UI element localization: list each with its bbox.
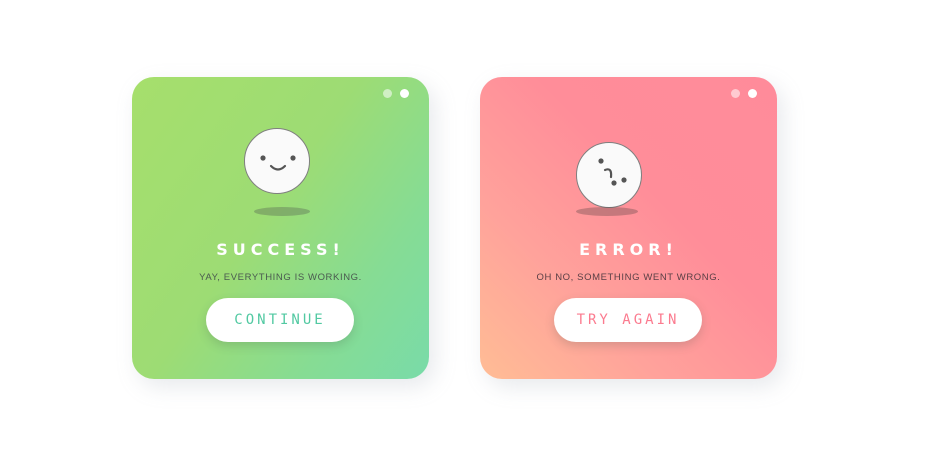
alert-cards-stage: SUCCESS! YAY, EVERYTHING IS WORKING. CON… [0, 0, 939, 474]
try-again-button[interactable]: TRY AGAIN [554, 298, 702, 342]
sad-face-glyph [598, 158, 627, 186]
smiling-face-glyph [260, 155, 296, 171]
window-dot [400, 89, 409, 98]
window-dots-icon [731, 89, 757, 98]
error-title: ERROR! [579, 240, 678, 259]
error-card: ERROR! OH NO, SOMETHING WENT WRONG. TRY … [480, 77, 777, 379]
continue-button[interactable]: CONTINUE [206, 298, 354, 342]
success-message: YAY, EVERYTHING IS WORKING. [199, 272, 362, 283]
window-dot [383, 89, 392, 98]
face-shadow [576, 207, 638, 216]
success-title: SUCCESS! [216, 240, 345, 259]
window-dot [731, 89, 740, 98]
smiling-face-icon [244, 128, 310, 194]
success-card: SUCCESS! YAY, EVERYTHING IS WORKING. CON… [132, 77, 429, 379]
window-dots-icon [383, 89, 409, 98]
window-dot [748, 89, 757, 98]
error-message: OH NO, SOMETHING WENT WRONG. [536, 272, 721, 283]
sad-face-icon [576, 142, 642, 208]
face-shadow [254, 207, 310, 216]
